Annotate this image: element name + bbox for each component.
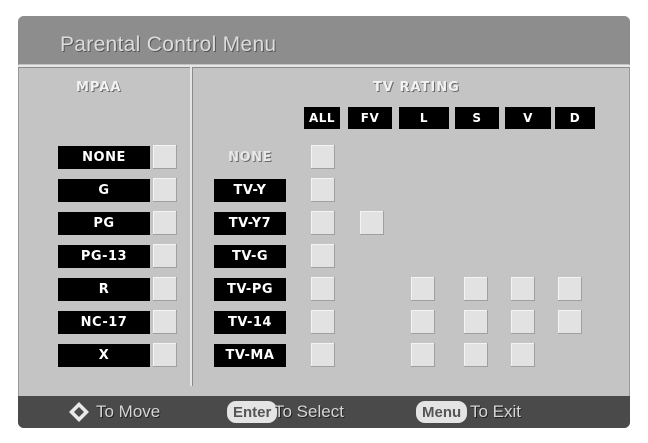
tv-14-d-checkbox[interactable]: [558, 310, 582, 334]
tv-rating-tv-g[interactable]: TV-G: [214, 245, 286, 268]
footer-help-bar: To Move Enter To Select Menu To Exit: [18, 396, 630, 428]
mpaa-heading: MPAA: [76, 80, 122, 95]
mpaa-rating-pg[interactable]: PG: [58, 212, 150, 235]
mpaa-rating-g[interactable]: G: [58, 179, 150, 202]
mpaa-none-checkbox[interactable]: [153, 145, 177, 169]
mpaa-nc17-checkbox[interactable]: [153, 310, 177, 334]
enter-key-icon: Enter: [227, 401, 278, 423]
menu-title: Parental Control Menu: [60, 33, 277, 56]
tv-column-s: S: [455, 107, 499, 129]
tv-pg-s-checkbox[interactable]: [464, 277, 488, 301]
dpad-icon: [69, 402, 89, 422]
mpaa-g-checkbox[interactable]: [153, 178, 177, 202]
tv-rating-none[interactable]: NONE: [214, 146, 286, 169]
parental-control-screen: Parental Control Menu MPAA NONE G PG PG-…: [18, 16, 630, 428]
mpaa-r-checkbox[interactable]: [153, 277, 177, 301]
tv-column-l: L: [399, 107, 449, 129]
title-bar: Parental Control Menu: [18, 16, 630, 64]
tv-rating-heading: TV RATING: [373, 80, 460, 95]
tv-rating-tv-14[interactable]: TV-14: [214, 311, 286, 334]
tv-ma-s-checkbox[interactable]: [464, 343, 488, 367]
tv-rating-tv-y[interactable]: TV-Y: [214, 179, 286, 202]
tv-ma-l-checkbox[interactable]: [411, 343, 435, 367]
mpaa-rating-x[interactable]: X: [58, 344, 150, 367]
mpaa-rating-r[interactable]: R: [58, 278, 150, 301]
column-divider: [190, 67, 192, 386]
tv-g-all-checkbox[interactable]: [311, 244, 335, 268]
tv-14-s-checkbox[interactable]: [464, 310, 488, 334]
mpaa-rating-pg13[interactable]: PG-13: [58, 245, 150, 268]
select-hint-text: To Select: [274, 402, 344, 421]
tv-14-all-checkbox[interactable]: [311, 310, 335, 334]
menu-key-icon: Menu: [416, 401, 468, 423]
tv-y7-fv-checkbox[interactable]: [360, 211, 384, 235]
mpaa-rating-nc17[interactable]: NC-17: [58, 311, 150, 334]
tv-none-all-checkbox[interactable]: [311, 145, 335, 169]
tv-y-all-checkbox[interactable]: [311, 178, 335, 202]
tv-column-d: D: [555, 107, 595, 129]
tv-pg-all-checkbox[interactable]: [311, 277, 335, 301]
header-divider: [18, 65, 630, 67]
tv-pg-v-checkbox[interactable]: [511, 277, 535, 301]
tv-pg-d-checkbox[interactable]: [558, 277, 582, 301]
tv-14-v-checkbox[interactable]: [511, 310, 535, 334]
tv-14-l-checkbox[interactable]: [411, 310, 435, 334]
tv-rating-tv-pg[interactable]: TV-PG: [214, 278, 286, 301]
tv-column-all: ALL: [304, 107, 340, 129]
tv-ma-all-checkbox[interactable]: [311, 343, 335, 367]
move-hint-text: To Move: [96, 402, 161, 421]
mpaa-pg-checkbox[interactable]: [153, 211, 177, 235]
mpaa-x-checkbox[interactable]: [153, 343, 177, 367]
mpaa-rating-none[interactable]: NONE: [58, 146, 150, 169]
tv-pg-l-checkbox[interactable]: [411, 277, 435, 301]
tv-ma-v-checkbox[interactable]: [511, 343, 535, 367]
tv-column-v: V: [505, 107, 551, 129]
tv-rating-tv-y7[interactable]: TV-Y7: [214, 212, 286, 235]
tv-column-fv: FV: [348, 107, 392, 129]
tv-y7-all-checkbox[interactable]: [311, 211, 335, 235]
exit-hint-text: To Exit: [470, 402, 522, 421]
mpaa-pg13-checkbox[interactable]: [153, 244, 177, 268]
tv-rating-tv-ma[interactable]: TV-MA: [214, 344, 286, 367]
